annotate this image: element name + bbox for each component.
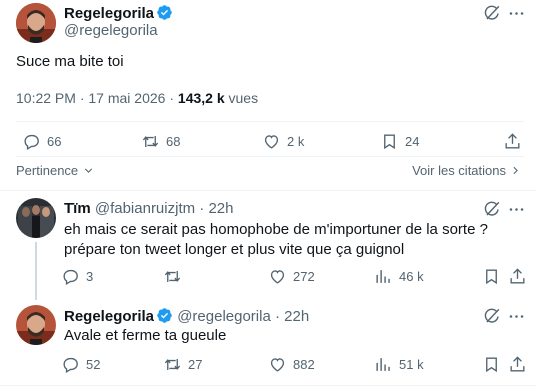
author-handle[interactable]: @regelegorila (64, 22, 158, 39)
tweet-text: Suce ma bite toi (16, 53, 124, 70)
reply-button[interactable]: 66 (22, 132, 61, 151)
reply-count: 52 (86, 357, 101, 372)
view-quotes-label: Voir les citations (412, 163, 506, 178)
divider (0, 190, 536, 191)
retweet-button[interactable]: 68 (141, 132, 180, 151)
reply-author-handle[interactable]: @fabianruizjtm (95, 200, 195, 217)
thread-line (35, 242, 37, 300)
grok-icon[interactable] (483, 307, 502, 326)
like-button[interactable]: 272 (268, 267, 315, 286)
bookmark-icon[interactable] (482, 355, 501, 374)
like-count: 882 (293, 357, 315, 372)
reply-author-handle[interactable]: @regelegorila (177, 308, 271, 325)
share-icon[interactable] (508, 267, 527, 286)
views-count: 46 k (399, 269, 424, 284)
reply-time[interactable]: 22h (208, 200, 233, 217)
divider (16, 121, 524, 122)
reply-author-name[interactable]: Tïm (64, 200, 91, 217)
reply-icon (63, 357, 78, 373)
retweet-count: 68 (166, 134, 181, 149)
chevron-down-icon (85, 168, 93, 173)
tweet-meta: 10:22 PM · 17 mai 2026 · 143,2 k vues (16, 90, 259, 106)
sort-dropdown[interactable]: Pertinence (16, 163, 95, 178)
retweet-button[interactable]: 27 (163, 355, 202, 374)
retweet-button[interactable] (163, 267, 188, 286)
views-count: 143,2 k (177, 90, 225, 106)
like-count: 2 k (287, 134, 305, 149)
bookmark-icon[interactable] (482, 267, 501, 286)
reply-text: Avale et ferme ta gueule (64, 327, 227, 344)
reply-button[interactable]: 52 (61, 355, 100, 374)
more-icon[interactable] (507, 200, 526, 219)
author-name[interactable]: Regelegorila (64, 5, 154, 22)
grok-icon[interactable] (483, 200, 502, 219)
avatar[interactable] (16, 3, 56, 43)
like-button[interactable]: 882 (268, 355, 315, 374)
verified-badge-icon (157, 5, 172, 20)
reply-text: eh mais ce serait pas homophobe de m'imp… (64, 221, 488, 258)
view-quotes-link[interactable]: Voir les citations (412, 163, 522, 178)
views-button[interactable]: 46 k (374, 267, 424, 286)
reply-icon (24, 134, 39, 150)
share-icon[interactable] (503, 132, 522, 151)
avatar[interactable] (16, 305, 56, 345)
like-button[interactable]: 2 k (262, 132, 304, 151)
reply-button[interactable]: 3 (61, 267, 93, 286)
like-icon (270, 358, 285, 372)
bookmark-icon (384, 134, 395, 150)
reply-count: 66 (47, 134, 62, 149)
retweet-icon (164, 358, 181, 371)
share-icon[interactable] (508, 355, 527, 374)
views-button[interactable]: 51 k (374, 355, 424, 374)
retweet-count: 27 (188, 357, 203, 372)
retweet-icon (164, 270, 181, 283)
reply-author-name[interactable]: Regelegorila (64, 308, 154, 325)
chevron-right-icon (513, 166, 518, 175)
views-count: 51 k (399, 357, 424, 372)
like-count: 272 (293, 269, 315, 284)
reply-time[interactable]: 22h (284, 308, 309, 325)
avatar[interactable] (16, 198, 56, 238)
tweet-date[interactable]: 17 mai 2026 (88, 90, 165, 106)
like-icon (270, 270, 285, 284)
divider (16, 156, 524, 157)
views-label: vues (228, 90, 259, 106)
reply-count: 3 (86, 269, 94, 284)
tweet-time[interactable]: 10:22 PM (16, 90, 76, 106)
verified-badge-icon (157, 308, 172, 323)
grok-icon[interactable] (483, 4, 502, 23)
like-icon (264, 135, 279, 149)
views-icon (376, 358, 390, 371)
bookmark-button[interactable]: 24 (380, 132, 419, 151)
views-icon (376, 270, 390, 283)
more-icon[interactable] (507, 307, 526, 326)
bookmark-count: 24 (405, 134, 420, 149)
retweet-icon (142, 135, 159, 148)
sort-label: Pertinence (16, 163, 79, 178)
reply-icon (63, 269, 78, 285)
more-icon[interactable] (507, 4, 526, 23)
divider (0, 385, 536, 386)
